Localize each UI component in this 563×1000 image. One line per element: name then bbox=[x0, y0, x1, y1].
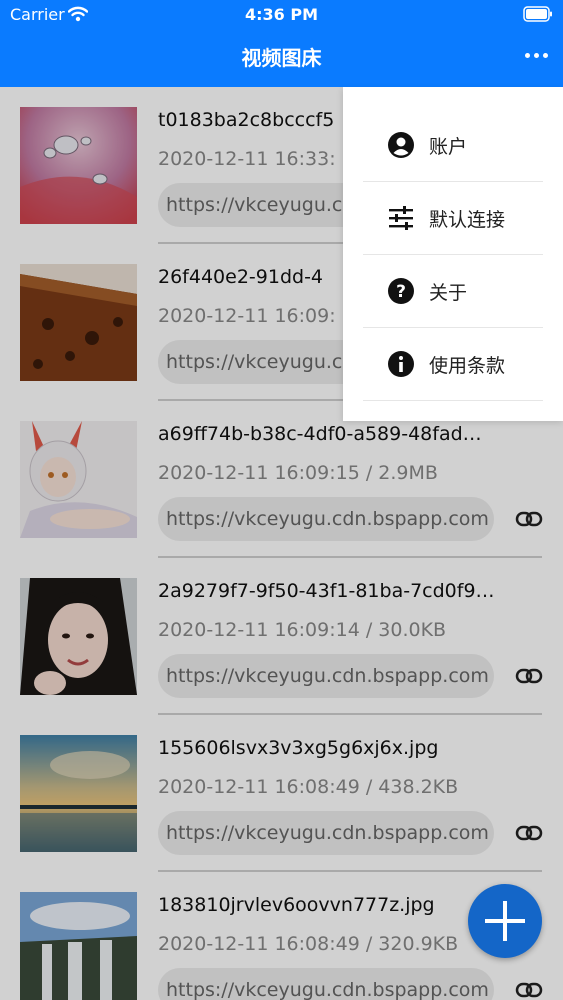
more-horizontal-icon bbox=[524, 52, 530, 58]
menu-item-label: 默认连接 bbox=[429, 209, 506, 231]
menu-item-label: 使用条款 bbox=[429, 355, 506, 377]
sliders-icon bbox=[387, 204, 415, 232]
svg-text:?: ? bbox=[396, 282, 406, 302]
menu-item-default-connection[interactable]: 默认连接 bbox=[363, 181, 543, 255]
info-circle-icon bbox=[387, 350, 415, 378]
more-menu-button[interactable] bbox=[523, 42, 549, 68]
page-title: 视频图床 bbox=[241, 46, 322, 70]
status-bar: Carrier 4:36 PM bbox=[0, 0, 563, 30]
dropdown-menu: 账户 默认连接 ? 关于 使用条款 bbox=[343, 87, 563, 421]
status-time: 4:36 PM bbox=[244, 5, 318, 24]
menu-item-label: 关于 bbox=[429, 282, 468, 304]
app-header: Carrier 4:36 PM 视频图床 bbox=[0, 0, 563, 87]
help-circle-icon: ? bbox=[387, 277, 415, 305]
add-button[interactable] bbox=[468, 884, 542, 958]
account-circle-icon bbox=[387, 131, 415, 159]
menu-item-about[interactable]: ? 关于 bbox=[363, 254, 543, 328]
menu-item-terms[interactable]: 使用条款 bbox=[363, 327, 543, 401]
menu-item-account[interactable]: 账户 bbox=[363, 108, 543, 182]
battery-icon bbox=[523, 6, 553, 26]
plus-icon bbox=[485, 901, 525, 941]
menu-item-label: 账户 bbox=[429, 136, 468, 158]
